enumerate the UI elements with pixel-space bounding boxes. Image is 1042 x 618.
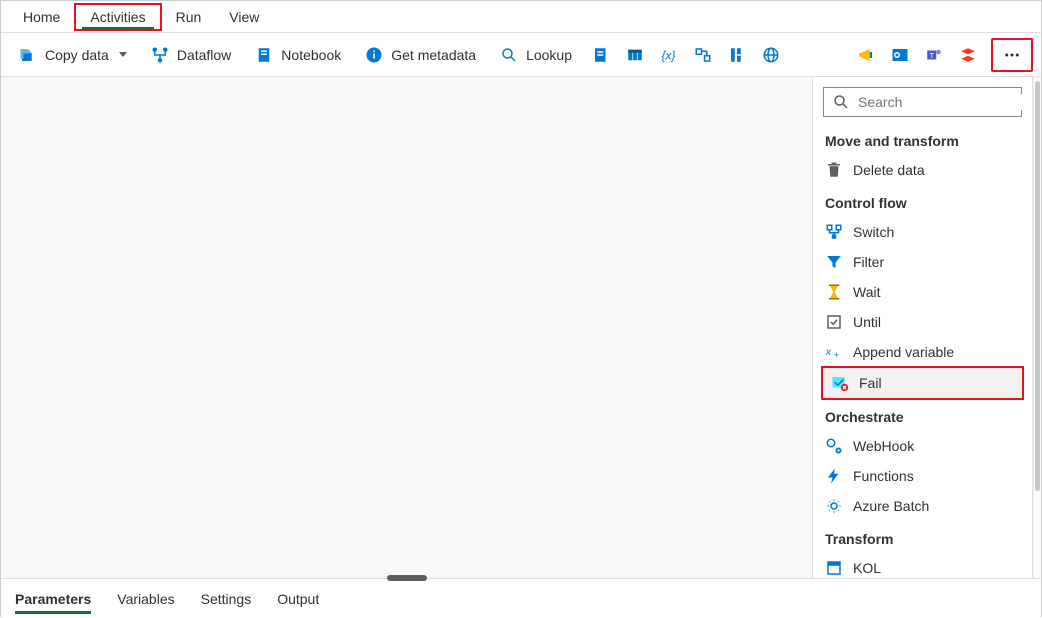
foreach-button[interactable] xyxy=(688,42,718,68)
search-icon xyxy=(500,46,518,64)
webactivity-button[interactable] xyxy=(756,42,786,68)
teams-icon: T xyxy=(925,46,943,64)
tab-output[interactable]: Output xyxy=(277,585,319,613)
megaphone-icon xyxy=(857,46,875,64)
tab-parameters[interactable]: Parameters xyxy=(15,585,91,613)
tab-variables[interactable]: Variables xyxy=(117,585,174,613)
pipeline-canvas[interactable] xyxy=(1,77,813,578)
get-metadata-button[interactable]: Get metadata xyxy=(355,42,486,68)
menu-activities[interactable]: Activities xyxy=(74,3,161,31)
activity-kql[interactable]: KOL xyxy=(817,553,1028,578)
menu-run[interactable]: Run xyxy=(162,5,216,29)
switch-icon xyxy=(825,223,843,241)
panel-scrollbar[interactable] xyxy=(1033,77,1041,578)
chevron-down-icon xyxy=(119,52,127,57)
info-icon xyxy=(365,46,383,64)
svg-text:{x}: {x} xyxy=(662,48,676,62)
panel-resize-handle[interactable] xyxy=(387,575,427,581)
script-button[interactable] xyxy=(586,42,616,68)
foreach-icon xyxy=(694,46,712,64)
ellipsis-icon xyxy=(1003,46,1021,64)
script-icon xyxy=(592,46,610,64)
databricks-button[interactable] xyxy=(953,42,983,68)
menu-view[interactable]: View xyxy=(215,5,273,29)
svg-text:T: T xyxy=(930,51,935,60)
search-icon xyxy=(832,93,850,111)
activity-until[interactable]: Until xyxy=(817,307,1028,337)
activity-append-variable[interactable]: x+ Append variable xyxy=(817,337,1028,367)
menubar: Home Activities Run View xyxy=(1,1,1041,33)
notebook-button[interactable]: Notebook xyxy=(245,42,351,68)
more-activities-button[interactable] xyxy=(991,38,1033,72)
notebook-icon xyxy=(255,46,273,64)
activity-functions[interactable]: Functions xyxy=(817,461,1028,491)
group-transform: Transform xyxy=(817,521,1028,553)
databricks-icon xyxy=(959,46,977,64)
stored-proc-button[interactable] xyxy=(620,42,650,68)
activity-filter[interactable]: Filter xyxy=(817,247,1028,277)
fail-icon xyxy=(831,374,849,392)
variable-icon: {x} xyxy=(660,46,678,64)
filter-icon xyxy=(825,253,843,271)
activity-webhook[interactable]: WebHook xyxy=(817,431,1028,461)
activities-search[interactable] xyxy=(823,87,1022,117)
activities-panel: Move and transform Delete data Control f… xyxy=(813,77,1033,578)
hourglass-icon xyxy=(825,283,843,301)
gear-icon xyxy=(825,497,843,515)
group-control-flow: Control flow xyxy=(817,185,1028,217)
svg-text:x: x xyxy=(825,346,832,358)
table-icon xyxy=(626,46,644,64)
svg-text:+: + xyxy=(834,350,839,360)
if-icon xyxy=(728,46,746,64)
lookup-button[interactable]: Lookup xyxy=(490,42,582,68)
outlook-icon xyxy=(891,46,909,64)
toolbar: Copy data Dataflow Notebook Get metadata… xyxy=(1,33,1041,77)
copy-data-button[interactable]: Copy data xyxy=(9,42,137,68)
menu-home[interactable]: Home xyxy=(9,5,74,29)
activity-switch[interactable]: Switch xyxy=(817,217,1028,247)
invoke-pipeline-button[interactable] xyxy=(851,42,881,68)
append-variable-icon: x+ xyxy=(825,343,843,361)
dataflow-icon xyxy=(151,46,169,64)
copy-data-icon xyxy=(19,46,37,64)
search-input[interactable] xyxy=(858,94,1033,110)
until-icon xyxy=(825,313,843,331)
trash-icon xyxy=(825,161,843,179)
main-area: Move and transform Delete data Control f… xyxy=(1,77,1041,578)
dataflow-button[interactable]: Dataflow xyxy=(141,42,241,68)
if-button[interactable] xyxy=(722,42,752,68)
outlook-button[interactable] xyxy=(885,42,915,68)
scrollbar-thumb[interactable] xyxy=(1035,81,1040,491)
activity-wait[interactable]: Wait xyxy=(817,277,1028,307)
bottom-tabs: Parameters Variables Settings Output xyxy=(1,578,1041,618)
group-orchestrate: Orchestrate xyxy=(817,399,1028,431)
kql-icon xyxy=(825,559,843,577)
activity-delete-data[interactable]: Delete data xyxy=(817,155,1028,185)
activity-azure-batch[interactable]: Azure Batch xyxy=(817,491,1028,521)
functions-icon xyxy=(825,467,843,485)
group-move-transform: Move and transform xyxy=(817,123,1028,155)
globe-icon xyxy=(762,46,780,64)
tab-settings[interactable]: Settings xyxy=(201,585,252,613)
teams-button[interactable]: T xyxy=(919,42,949,68)
activity-fail[interactable]: Fail xyxy=(821,366,1024,400)
webhook-icon xyxy=(825,437,843,455)
set-variable-button[interactable]: {x} xyxy=(654,42,684,68)
